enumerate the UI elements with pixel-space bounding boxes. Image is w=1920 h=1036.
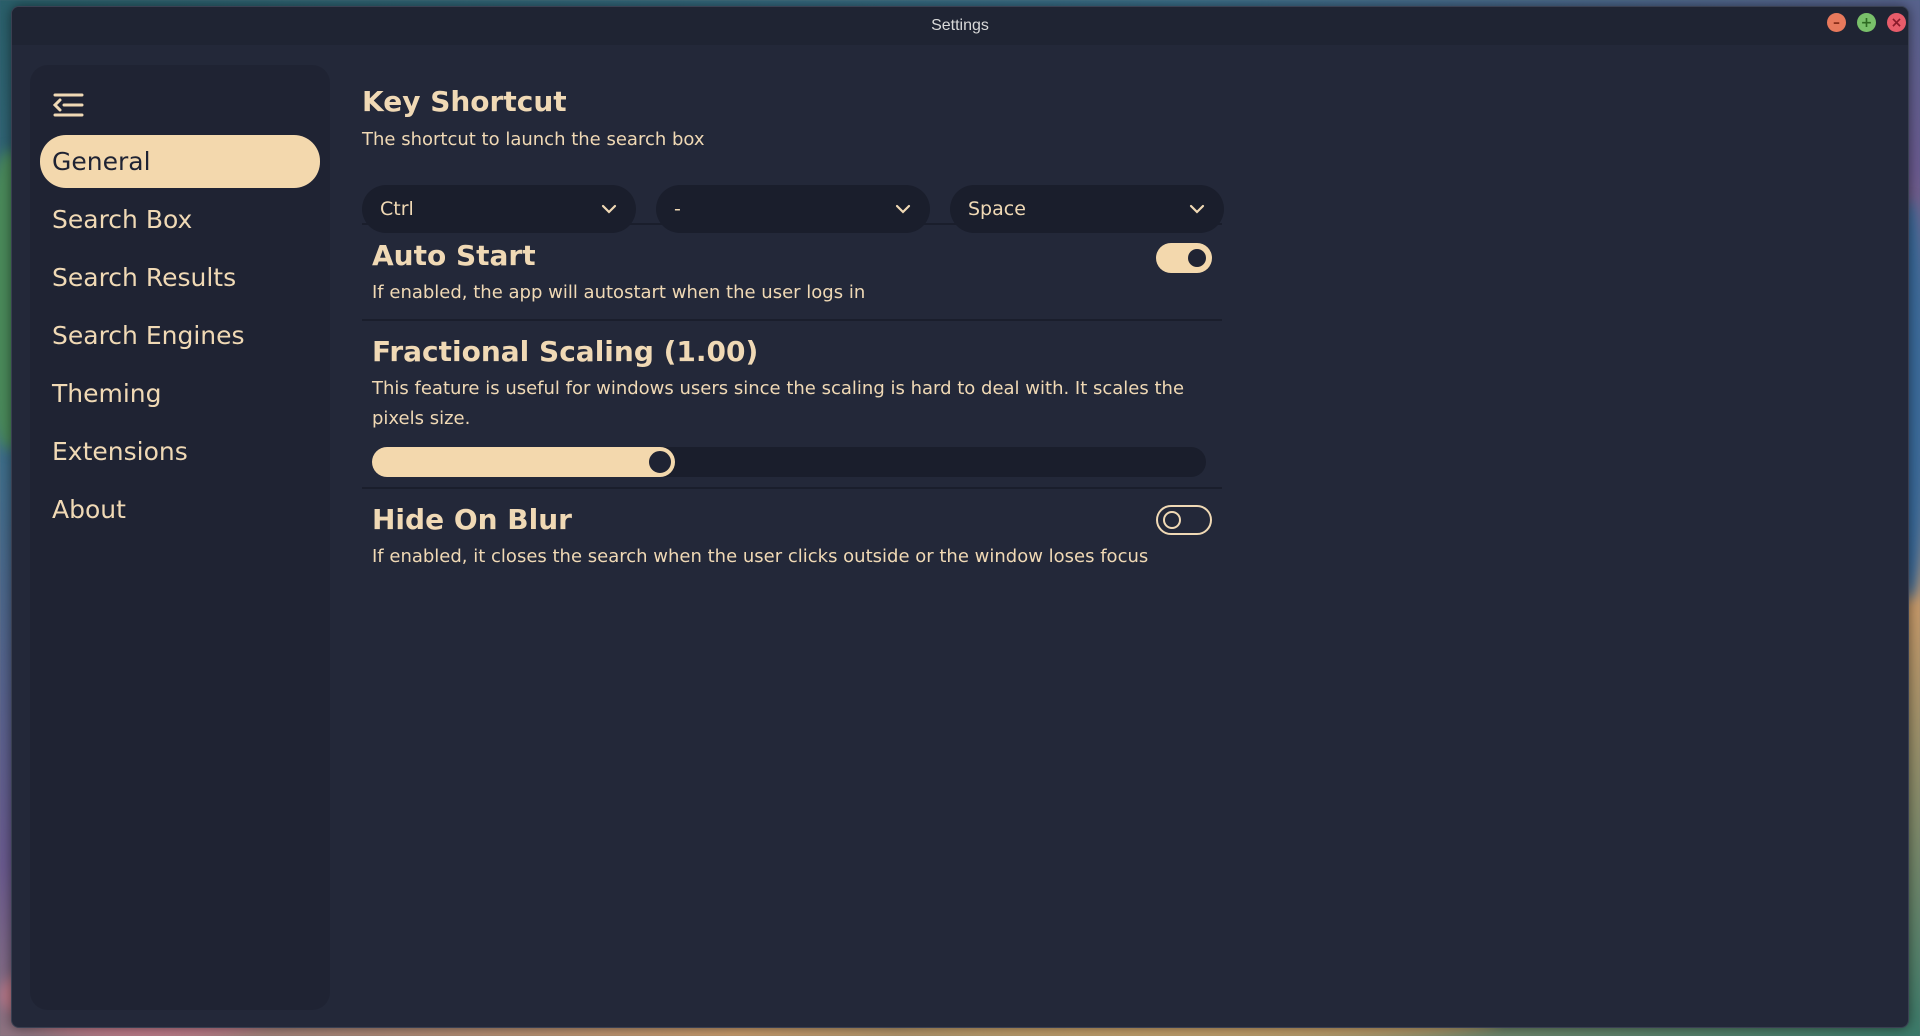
divider — [362, 487, 1222, 489]
sidebar-item-about[interactable]: About — [40, 483, 320, 536]
close-button[interactable]: × — [1887, 13, 1906, 32]
chevron-down-icon — [601, 204, 617, 214]
window-title: Settings — [931, 17, 989, 34]
toggle-knob — [1188, 249, 1206, 267]
modifier2-value: - — [674, 198, 681, 220]
sidebar-item-search-results[interactable]: Search Results — [40, 251, 320, 304]
slider-fill — [372, 447, 675, 477]
key-value: Space — [968, 198, 1026, 220]
hide-on-blur-row: Hide On Blur If enabled, it closes the s… — [372, 503, 1212, 572]
sidebar-item-search-box[interactable]: Search Box — [40, 193, 320, 246]
fractional-scaling-row: Fractional Scaling (1.00) This feature i… — [372, 335, 1212, 477]
auto-start-row: Auto Start If enabled, the app will auto… — [372, 239, 1212, 308]
sidebar-item-extensions[interactable]: Extensions — [40, 425, 320, 478]
sidebar: General Search Box Search Results Search… — [30, 65, 330, 1010]
fractional-scaling-description: This feature is useful for windows users… — [372, 378, 1185, 429]
divider — [362, 223, 1222, 225]
maximize-button[interactable]: + — [1857, 13, 1876, 32]
scaling-slider[interactable] — [372, 447, 1206, 477]
hide-on-blur-toggle[interactable] — [1156, 505, 1212, 535]
sidebar-nav: General Search Box Search Results Search… — [40, 135, 320, 541]
key-shortcut-title: Key Shortcut — [362, 85, 567, 118]
chevron-down-icon — [895, 204, 911, 214]
hide-on-blur-title: Hide On Blur — [372, 503, 572, 536]
key-select[interactable]: Space — [950, 185, 1224, 233]
title-bar: Settings – + × — [12, 7, 1908, 45]
modifier1-select[interactable]: Ctrl — [362, 185, 636, 233]
auto-start-toggle[interactable] — [1156, 243, 1212, 273]
divider — [362, 319, 1222, 321]
settings-window: Settings – + × General Search Box Search… — [11, 6, 1909, 1028]
auto-start-title: Auto Start — [372, 239, 536, 272]
menu-collapse-icon[interactable] — [51, 90, 85, 120]
modifier1-value: Ctrl — [380, 198, 414, 220]
toggle-knob — [1163, 511, 1181, 529]
fractional-scaling-title: Fractional Scaling (1.00) — [372, 335, 759, 368]
key-shortcut-description: The shortcut to launch the search box — [362, 129, 705, 150]
chevron-down-icon — [1189, 204, 1205, 214]
shortcut-dropdowns: Ctrl - Space — [362, 185, 1224, 233]
hide-on-blur-description: If enabled, it closes the search when th… — [372, 546, 1149, 567]
sidebar-item-general[interactable]: General — [40, 135, 320, 188]
window-controls: – + × — [1827, 13, 1906, 32]
auto-start-description: If enabled, the app will autostart when … — [372, 282, 866, 303]
slider-thumb[interactable] — [647, 449, 673, 475]
modifier2-select[interactable]: - — [656, 185, 930, 233]
sidebar-item-theming[interactable]: Theming — [40, 367, 320, 420]
minimize-button[interactable]: – — [1827, 13, 1846, 32]
sidebar-item-search-engines[interactable]: Search Engines — [40, 309, 320, 362]
